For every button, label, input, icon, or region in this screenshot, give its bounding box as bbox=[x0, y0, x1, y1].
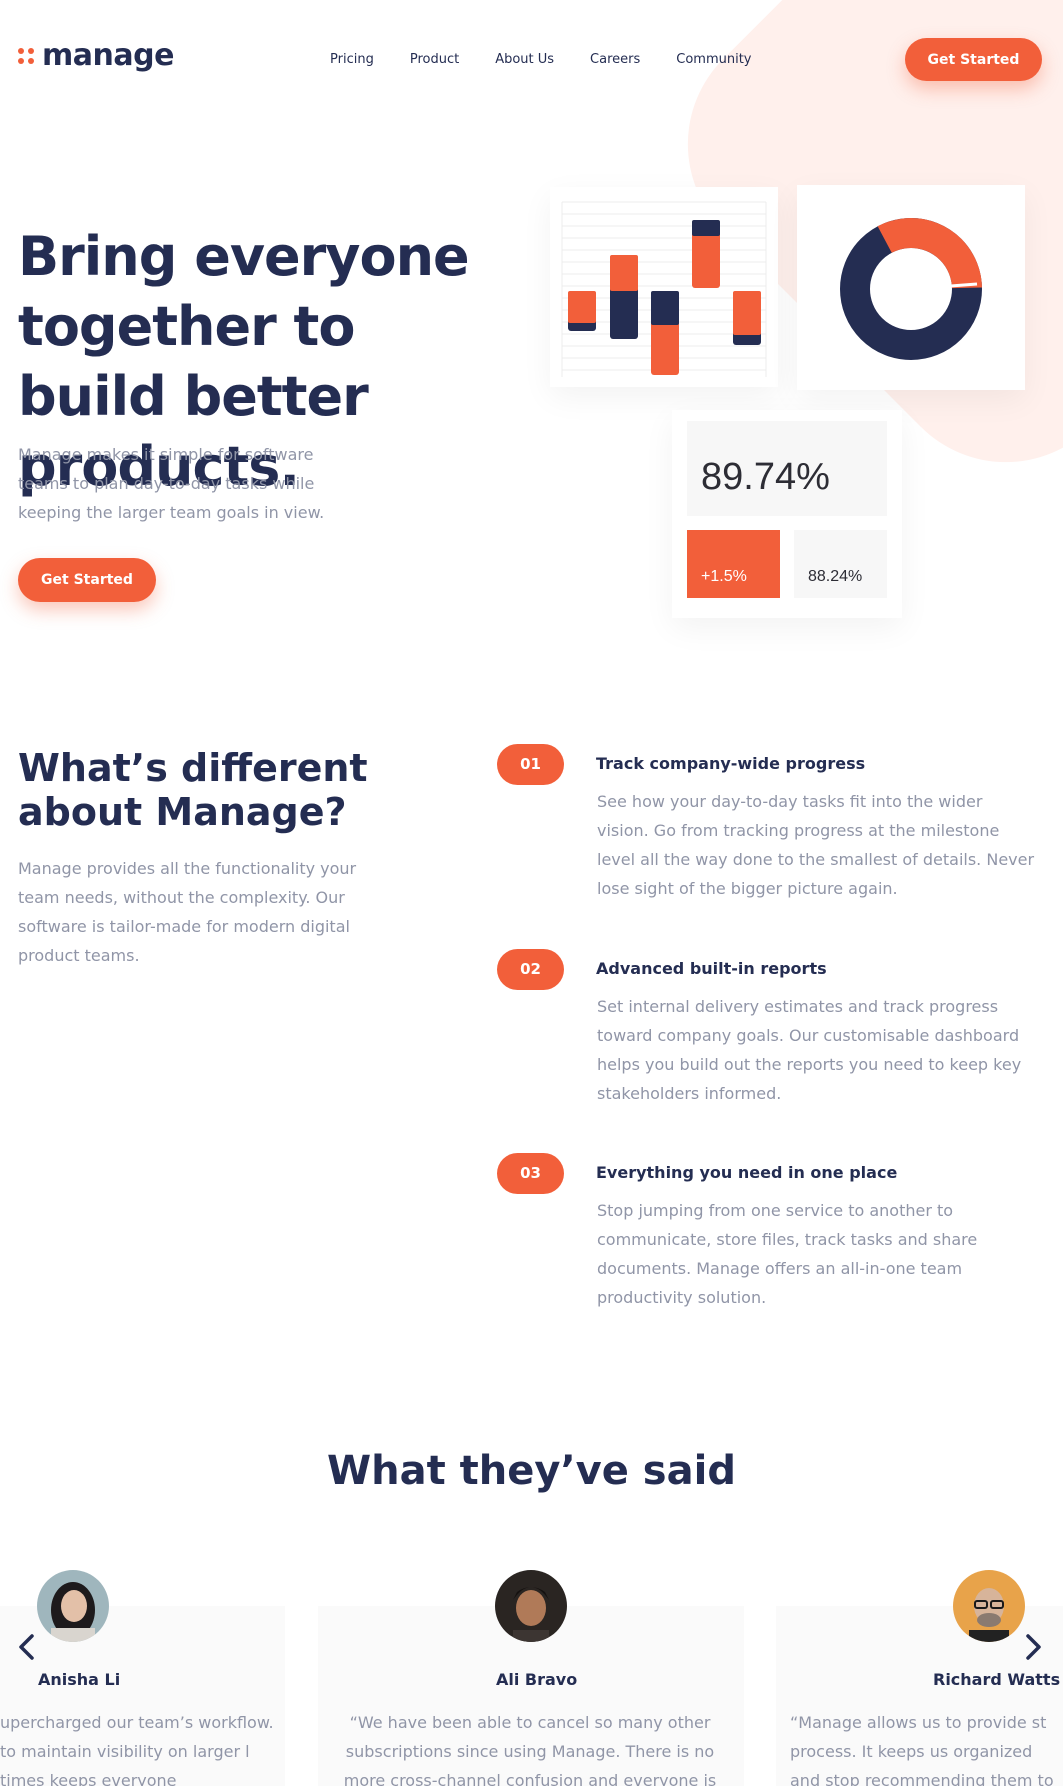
logo-dots-icon bbox=[18, 47, 34, 64]
features-title: What’s different about Manage? bbox=[18, 746, 368, 834]
chevron-left-icon[interactable] bbox=[12, 1632, 42, 1662]
testimonial-name: Anisha Li bbox=[38, 1670, 121, 1689]
site-header: manage Pricing Product About Us Careers … bbox=[0, 0, 1063, 120]
feature-number-badge: 02 bbox=[497, 949, 564, 990]
feature-body: See how your day-to-day tasks fit into t… bbox=[597, 792, 1035, 898]
hero-description: Manage makes it simple for software team… bbox=[18, 445, 325, 522]
testimonial-quote: upercharged our team’s workflow. to main… bbox=[0, 1713, 274, 1786]
nav-product[interactable]: Product bbox=[410, 52, 459, 67]
testimonial-quote: “Manage allows us to provide st process.… bbox=[790, 1713, 1054, 1786]
chevron-right-icon[interactable] bbox=[1018, 1632, 1048, 1662]
header-get-started-button[interactable]: Get Started bbox=[905, 38, 1042, 81]
feature-number-badge: 01 bbox=[497, 744, 564, 785]
stat-main-value: 89.74% bbox=[687, 421, 887, 516]
nav-pricing[interactable]: Pricing bbox=[330, 52, 374, 67]
bar-chart-card bbox=[550, 187, 778, 387]
stat-change-value: +1.5% bbox=[687, 530, 780, 598]
hero-get-started-button[interactable]: Get Started bbox=[18, 558, 156, 602]
feature-body: Set internal delivery estimates and trac… bbox=[597, 997, 1022, 1103]
nav-careers[interactable]: Careers bbox=[590, 52, 640, 67]
stat-secondary-value: 88.24% bbox=[794, 530, 887, 598]
logo[interactable]: manage bbox=[18, 38, 174, 73]
feature-heading: Advanced built-in reports bbox=[596, 959, 827, 978]
avatar-ali-bravo bbox=[495, 1570, 567, 1642]
stats-card: 89.74% +1.5% 88.24% bbox=[672, 410, 902, 618]
nav-community[interactable]: Community bbox=[676, 52, 751, 67]
donut-chart-card bbox=[797, 185, 1025, 390]
avatar-anisha-li bbox=[37, 1570, 109, 1642]
feature-number-badge: 03 bbox=[497, 1153, 564, 1194]
logo-text: manage bbox=[42, 38, 174, 73]
donut-chart-illustration bbox=[840, 218, 982, 360]
features-description: Manage provides all the functionality yo… bbox=[18, 859, 357, 965]
testimonial-quote: “We have been able to cancel so many oth… bbox=[343, 1713, 717, 1786]
bar-chart-illustration bbox=[561, 201, 767, 377]
avatar-richard-watts bbox=[953, 1570, 1025, 1642]
testimonials-title: What they’ve said bbox=[327, 1448, 736, 1494]
feature-body: Stop jumping from one service to another… bbox=[597, 1201, 978, 1307]
main-nav: Pricing Product About Us Careers Communi… bbox=[330, 52, 752, 67]
testimonial-name: Ali Bravo bbox=[496, 1670, 578, 1689]
testimonial-name: Richard Watts bbox=[933, 1670, 1061, 1689]
feature-heading: Everything you need in one place bbox=[596, 1163, 898, 1182]
nav-about-us[interactable]: About Us bbox=[495, 52, 554, 67]
feature-heading: Track company-wide progress bbox=[596, 754, 866, 773]
